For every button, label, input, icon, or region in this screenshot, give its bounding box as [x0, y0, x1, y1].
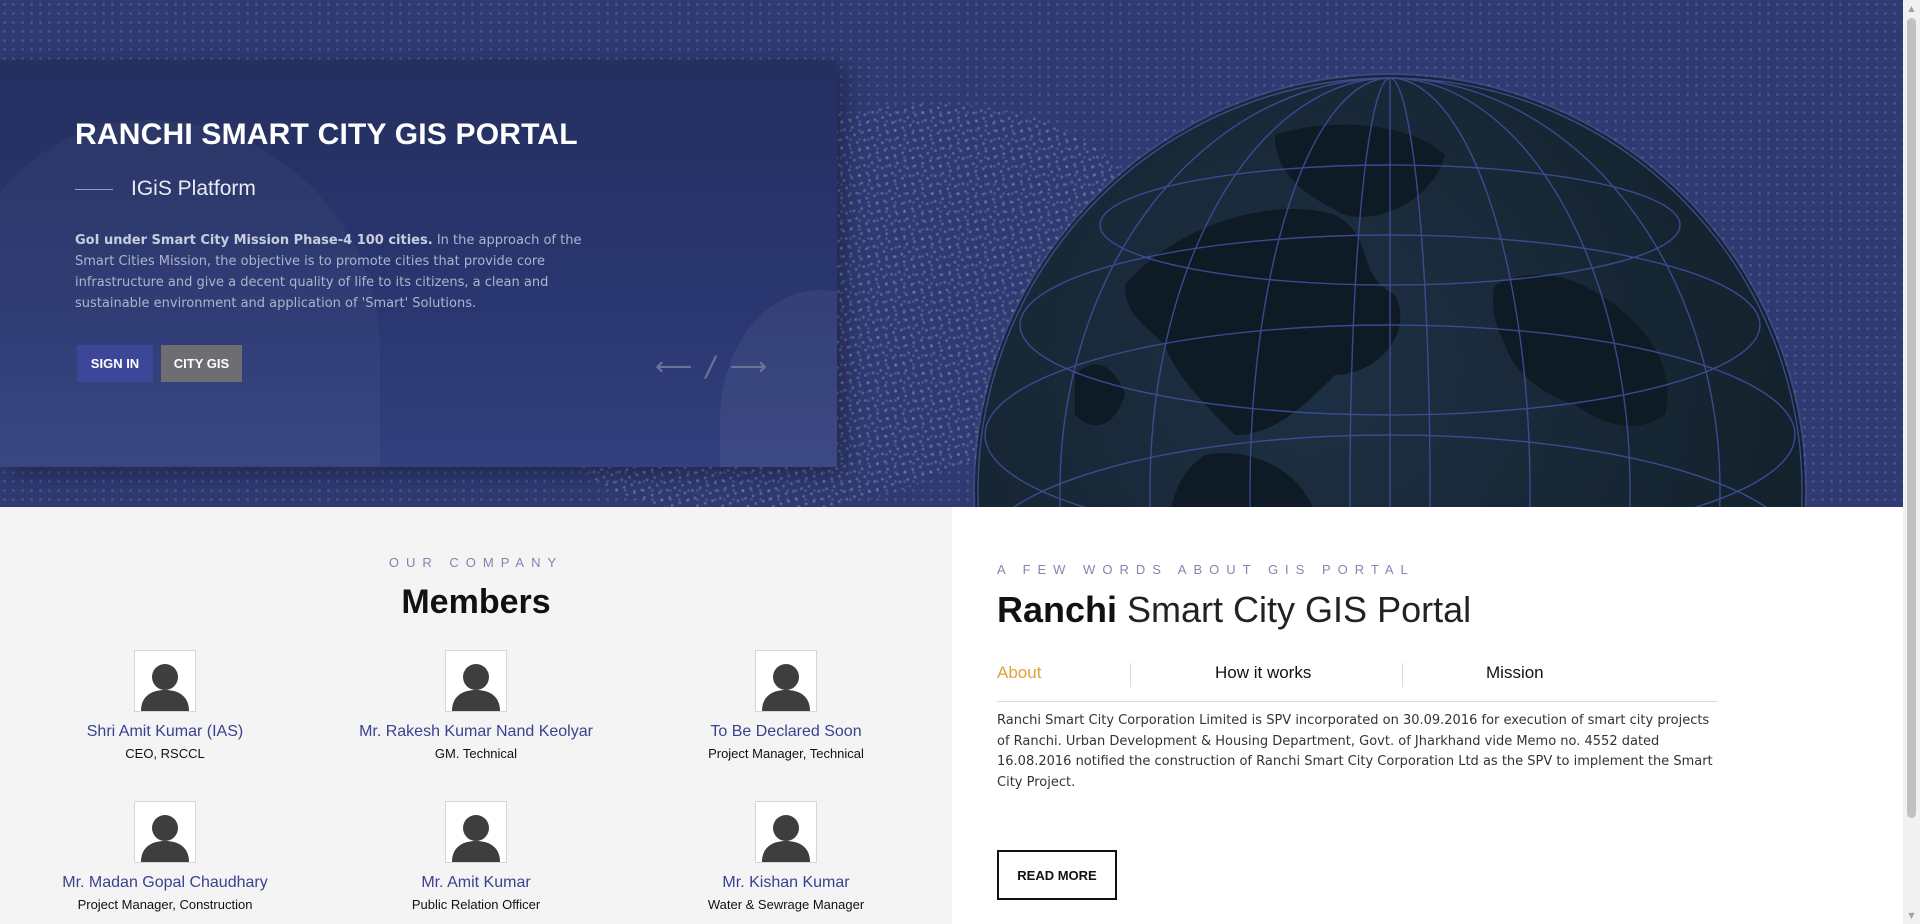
about-text: Ranchi Smart City Corporation Limited is…	[997, 713, 1713, 790]
hero-card: RANCHI SMART CITY GIS PORTAL IGiS Platfo…	[0, 60, 837, 467]
scroll-down-icon[interactable]: ▼	[1903, 907, 1920, 924]
about-title: Ranchi Smart City GIS Portal	[997, 589, 1471, 631]
hero-description: GoI under Smart City Mission Phase-4 100…	[75, 230, 615, 314]
sign-in-button[interactable]: SIGN IN	[77, 345, 153, 382]
member-name[interactable]: Shri Amit Kumar (IAS)	[15, 723, 315, 741]
person-silhouette-icon	[445, 650, 507, 712]
scrollbar-thumb[interactable]	[1907, 18, 1916, 818]
tab-about[interactable]: About	[997, 657, 1041, 689]
hero-subtitle-text: IGiS Platform	[131, 177, 256, 200]
member-role: CEO, RSCCL	[125, 746, 205, 761]
about-tabs: About How it works Mission	[997, 657, 1717, 702]
member-role: Project Manager, Technical	[708, 746, 864, 761]
member-role: GM. Technical	[434, 746, 518, 761]
member-card[interactable]: Mr. Rakesh Kumar Nand Keolyar GM. Techni…	[326, 650, 626, 761]
person-silhouette-icon	[445, 801, 507, 863]
person-silhouette-icon	[755, 650, 817, 712]
page: RANCHI SMART CITY GIS PORTAL IGiS Platfo…	[0, 0, 1903, 924]
globe-illustration	[975, 75, 1805, 507]
member-name[interactable]: Mr. Madan Gopal Chaudhary	[15, 874, 315, 892]
member-card[interactable]: Shri Amit Kumar (IAS) CEO, RSCCL	[15, 650, 315, 761]
member-card[interactable]: Mr. Kishan Kumar Water & Sewrage Manager	[636, 801, 936, 912]
member-name[interactable]: Mr. Kishan Kumar	[636, 874, 936, 892]
person-silhouette-icon	[134, 801, 196, 863]
read-more-button[interactable]: READ MORE	[997, 850, 1117, 900]
member-name[interactable]: Mr. Amit Kumar	[326, 874, 626, 892]
city-gis-button[interactable]: CITY GIS	[161, 345, 242, 382]
tab-divider	[1402, 663, 1403, 687]
member-card[interactable]: To Be Declared Soon Project Manager, Tec…	[636, 650, 936, 761]
members-title: Members	[401, 583, 551, 621]
member-name[interactable]: Mr. Rakesh Kumar Nand Keolyar	[326, 723, 626, 741]
hero-banner: RANCHI SMART CITY GIS PORTAL IGiS Platfo…	[0, 0, 1903, 507]
subtitle-rule	[75, 188, 113, 190]
about-title-bold: Ranchi	[997, 589, 1118, 630]
about-eyebrow: A FEW WORDS ABOUT GIS PORTAL	[997, 562, 1415, 577]
tab-divider	[1130, 663, 1131, 687]
hero-description-bold: GoI under Smart City Mission Phase-4 100…	[75, 233, 433, 248]
member-card[interactable]: Mr. Madan Gopal Chaudhary Project Manage…	[15, 801, 315, 912]
tab-mission[interactable]: Mission	[1486, 657, 1544, 689]
tab-how-it-works[interactable]: How it works	[1215, 657, 1311, 689]
hero-subtitle: IGiS Platform	[75, 177, 256, 201]
person-silhouette-icon	[134, 650, 196, 712]
slider-nav: ⟵ / ⟶	[655, 350, 767, 383]
members-section: OUR COMPANY Members Shri Amit Kumar (IAS…	[0, 507, 952, 924]
member-card[interactable]: Mr. Amit Kumar Public Relation Officer	[326, 801, 626, 912]
arrow-right-icon[interactable]: ⟶	[730, 354, 767, 380]
member-role: Project Manager, Construction	[77, 897, 253, 912]
arrow-left-icon[interactable]: ⟵	[655, 354, 692, 380]
about-title-rest: Smart City GIS Portal	[1117, 589, 1472, 630]
member-name[interactable]: To Be Declared Soon	[636, 723, 936, 741]
member-role: Public Relation Officer	[411, 897, 541, 912]
page-scrollbar[interactable]: ▲ ▼	[1903, 0, 1920, 924]
members-eyebrow: OUR COMPANY	[388, 555, 564, 570]
slider-divider: /	[703, 350, 719, 383]
scroll-up-icon[interactable]: ▲	[1903, 0, 1920, 17]
member-role: Water & Sewrage Manager	[707, 897, 865, 912]
hero-title: RANCHI SMART CITY GIS PORTAL	[75, 118, 578, 151]
about-section: A FEW WORDS ABOUT GIS PORTAL Ranchi Smar…	[952, 507, 1903, 924]
person-silhouette-icon	[755, 801, 817, 863]
